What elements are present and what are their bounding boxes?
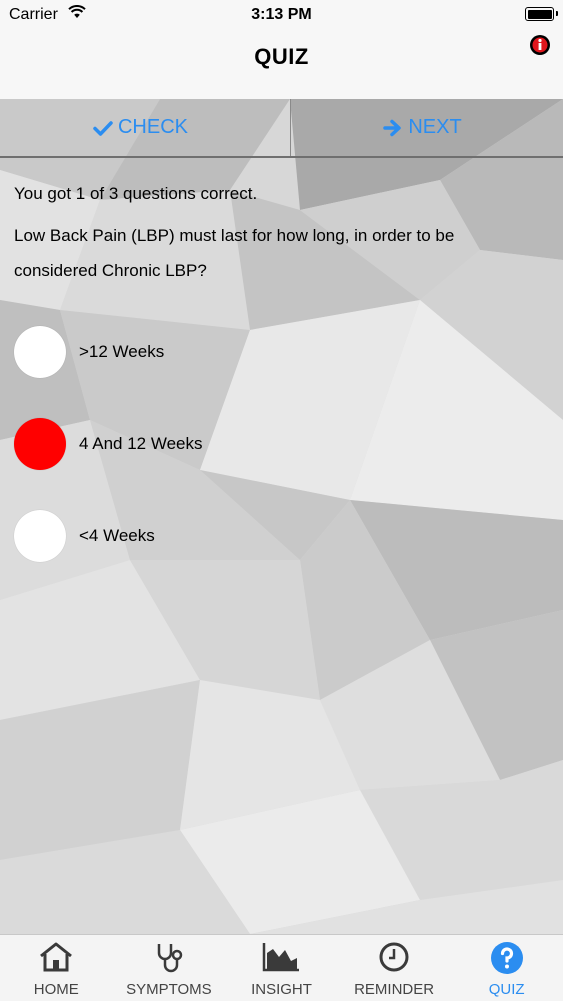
question-text: Low Back Pain (LBP) must last for how lo…	[14, 226, 455, 280]
answer-option[interactable]: 4 And 12 Weeks	[14, 417, 534, 471]
score-text: You got 1 of 3 questions correct.	[14, 184, 258, 203]
tab-insight[interactable]: INSIGHT	[225, 935, 338, 1001]
tab-bar: HOME SYMPTOMS INSIGHT REMINDER QUIZ	[0, 934, 563, 1001]
status-time: 3:13 PM	[251, 6, 312, 23]
answer-option[interactable]: >12 Weeks	[14, 325, 534, 379]
area-chart-icon	[225, 941, 338, 973]
info-icon[interactable]	[529, 34, 551, 61]
battery-icon	[525, 7, 558, 21]
radio-button[interactable]	[14, 326, 66, 378]
page-title: QUIZ	[254, 44, 309, 69]
tab-label: REMINDER	[354, 981, 435, 998]
clock-icon	[338, 941, 451, 973]
stethoscope-icon	[113, 941, 226, 975]
answer-option[interactable]: <4 Weeks	[14, 509, 534, 563]
tab-home[interactable]: HOME	[0, 935, 113, 1001]
home-icon	[0, 941, 113, 973]
answer-label: <4 Weeks	[79, 526, 155, 545]
tab-quiz[interactable]: QUIZ	[450, 935, 563, 1001]
answer-label: 4 And 12 Weeks	[79, 434, 203, 453]
radio-button[interactable]	[14, 418, 66, 470]
quiz-toolbar: CHECK NEXT	[0, 99, 563, 158]
tab-reminder[interactable]: REMINDER	[338, 935, 451, 1001]
tab-label: QUIZ	[488, 981, 525, 998]
check-label: CHECK	[117, 116, 188, 138]
arrow-right-icon	[383, 119, 403, 137]
tab-label: SYMPTOMS	[126, 981, 212, 998]
tab-symptoms[interactable]: SYMPTOMS	[113, 935, 226, 1001]
navigation-bar: QUIZ	[0, 30, 563, 99]
checkmark-icon	[93, 120, 113, 136]
check-button[interactable]: CHECK	[0, 99, 281, 156]
status-bar: Carrier 3:13 PM	[0, 0, 563, 30]
answer-label: >12 Weeks	[79, 342, 165, 361]
tab-label: HOME	[33, 981, 79, 998]
question-icon	[450, 941, 563, 975]
next-button[interactable]: NEXT	[282, 99, 563, 156]
next-label: NEXT	[408, 116, 462, 138]
tab-label: INSIGHT	[251, 981, 312, 998]
radio-button[interactable]	[14, 510, 66, 562]
